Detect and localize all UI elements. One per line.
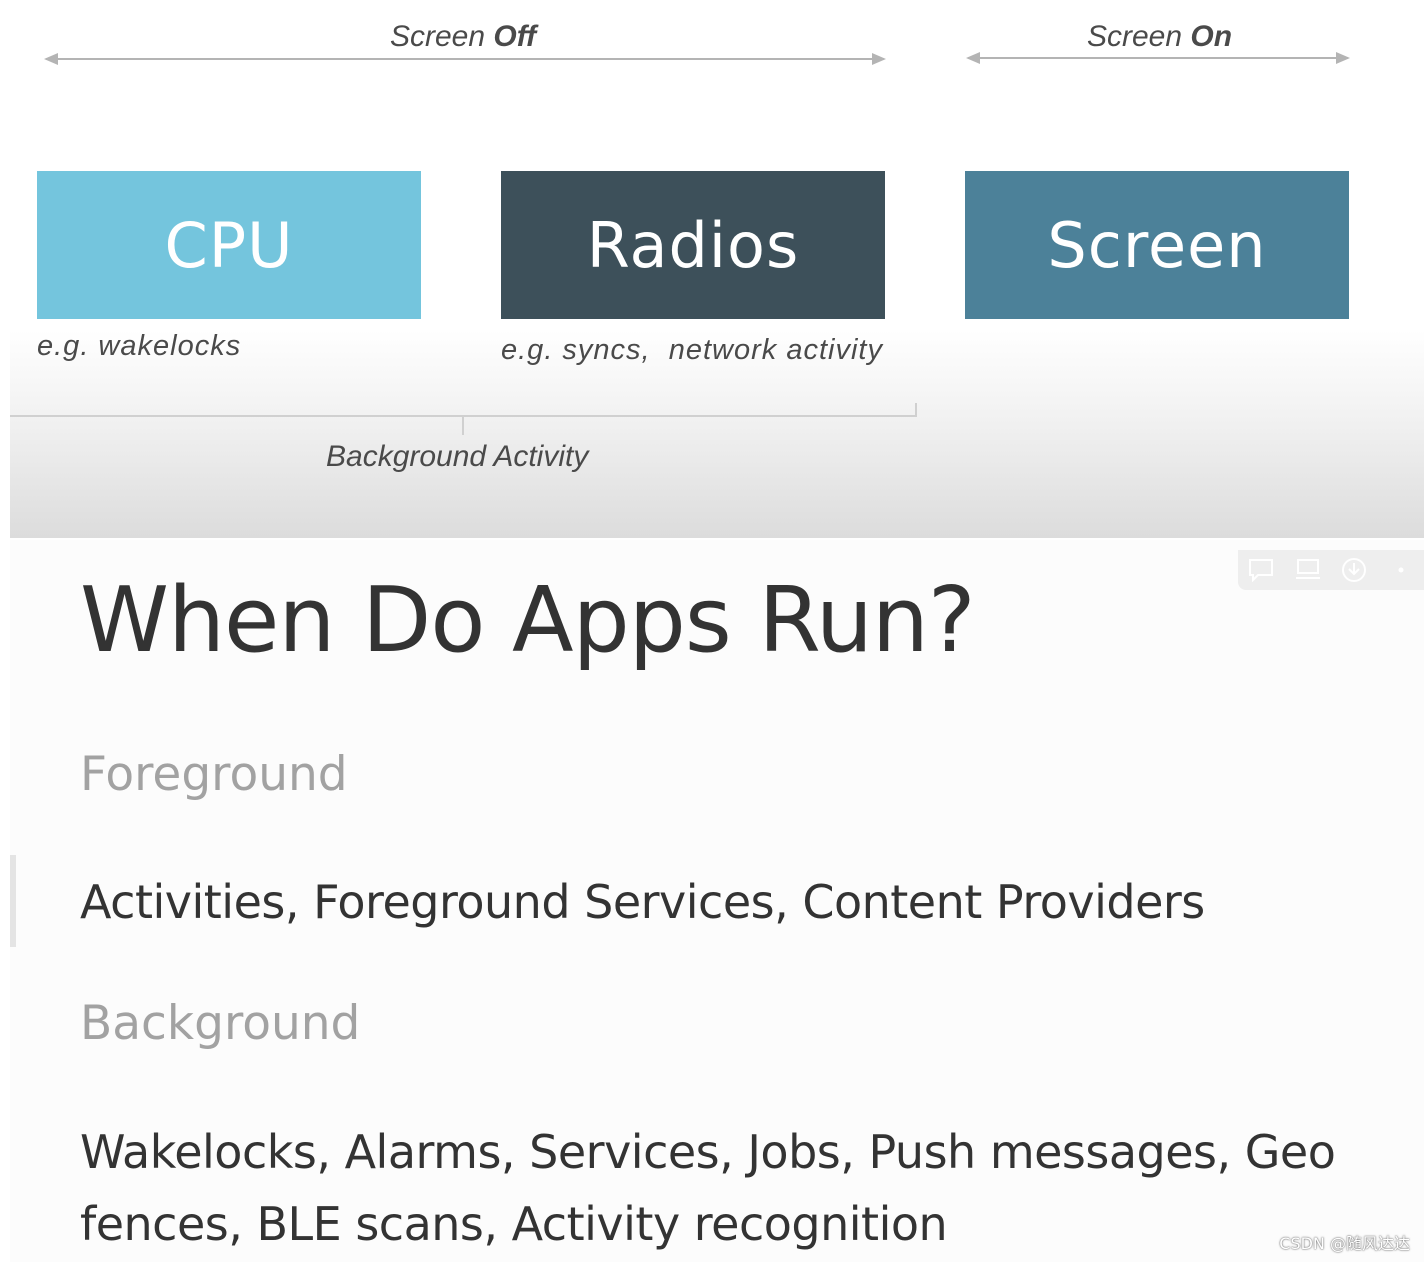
slide-toolbar	[1238, 550, 1424, 590]
page: Screen Off Screen On CPU Radios Screen e…	[0, 0, 1424, 1262]
power-diagram: Screen Off Screen On CPU Radios Screen e…	[10, 0, 1424, 538]
comment-icon[interactable]	[1247, 556, 1275, 584]
more-icon[interactable]	[1387, 556, 1415, 584]
screen-block: Screen	[965, 171, 1349, 319]
screen-on-label: Screen On	[1087, 20, 1233, 53]
radios-example: e.g. syncs, network activity	[501, 334, 883, 366]
screen-icon[interactable]	[1294, 556, 1322, 584]
screen-off-label: Screen Off	[390, 20, 537, 53]
radios-block: Radios	[501, 171, 885, 319]
cpu-block: CPU	[37, 171, 421, 319]
watermark: CSDN @随风达达	[1279, 1234, 1410, 1253]
background-heading: Background	[80, 996, 361, 1051]
background-bracket-tick	[462, 415, 464, 435]
slide-title: When Do Apps Run?	[80, 568, 976, 673]
screen-off-arrow	[44, 53, 886, 65]
left-edge-bar	[10, 855, 16, 947]
foreground-heading: Foreground	[80, 747, 348, 802]
download-icon[interactable]	[1340, 556, 1368, 584]
cpu-example: e.g. wakelocks	[37, 330, 242, 362]
foreground-body: Activities, Foreground Services, Content…	[80, 875, 1205, 929]
background-activity-label: Background Activity	[326, 440, 589, 473]
screen-on-arrow	[966, 52, 1350, 64]
background-body: Wakelocks, Alarms, Services, Jobs, Push …	[80, 1125, 1336, 1251]
when-apps-run-slide: When Do Apps Run? Foreground Activities,…	[10, 540, 1424, 1262]
